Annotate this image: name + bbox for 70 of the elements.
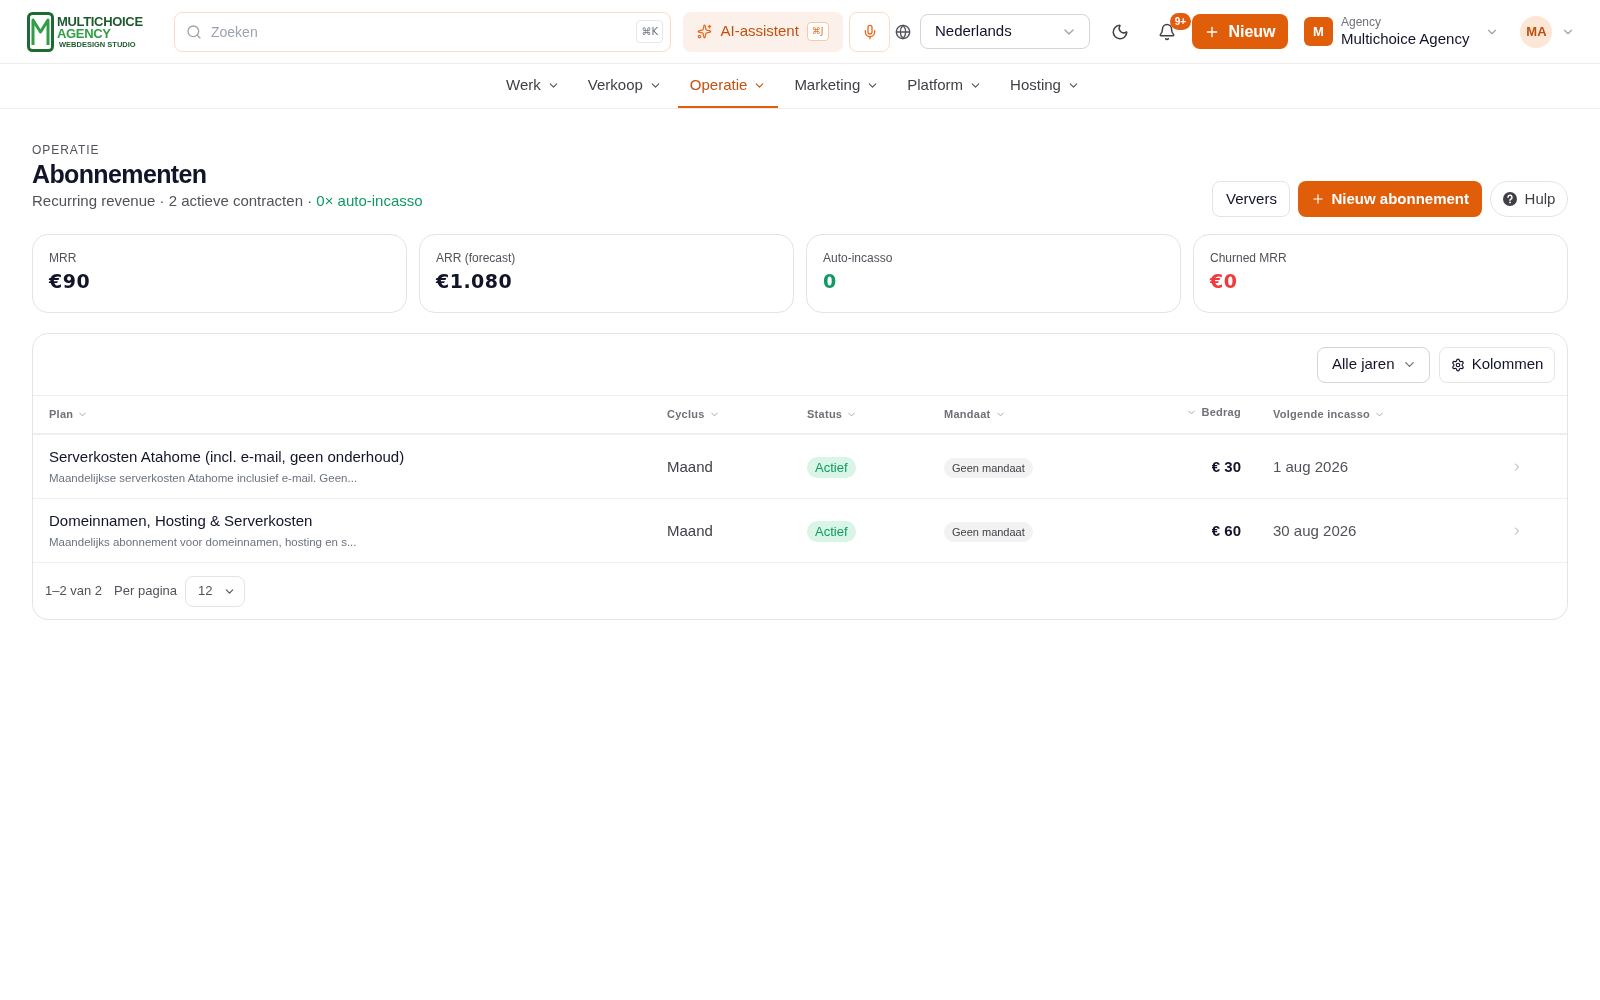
stat-value: 0	[823, 269, 837, 294]
column-header[interactable]: Cyclus	[667, 406, 705, 423]
date-cell: 30 aug 2026	[1273, 521, 1357, 539]
stat-value: €90	[49, 269, 91, 294]
column-header[interactable]: Bedrag	[1201, 404, 1241, 421]
status-badge: Actief	[807, 520, 856, 542]
notification-badge: 9+	[1170, 12, 1191, 30]
nav-tab[interactable]: Platform	[895, 64, 995, 108]
nav-tab[interactable]: Operatie	[677, 64, 779, 108]
stat-value: €1.080	[436, 269, 513, 294]
logo-text: AGENCY	[57, 27, 111, 40]
workspace-avatar: M	[1304, 17, 1333, 46]
logo-text: MULTICHOICE	[57, 14, 143, 28]
ai-assistant-button[interactable]: AI-assistent ⌘J	[683, 11, 843, 52]
nav-tab[interactable]: Verkoop	[575, 64, 674, 108]
stat-label: MRR	[49, 250, 77, 266]
column-header[interactable]: Status	[807, 406, 843, 423]
column-header[interactable]: Plan	[49, 406, 74, 423]
search-icon	[186, 23, 202, 40]
year-filter-select[interactable]: Alle jaren	[1317, 346, 1430, 383]
amount-cell: € 30	[1211, 457, 1241, 475]
plus-icon	[1311, 192, 1326, 206]
user-avatar: MA	[1520, 15, 1553, 48]
mandate-badge: Geen mandaat	[944, 457, 1033, 478]
sparkles-icon	[697, 24, 713, 39]
columns-button[interactable]: Kolommen	[1439, 346, 1555, 383]
plan-title: Serverkosten Atahome (incl. e-mail, geen onderhoud)	[49, 447, 405, 467]
shortcut-key: ⌘J	[806, 21, 829, 42]
new-button[interactable]: Nieuw	[1192, 14, 1288, 49]
workspace-switcher[interactable]: M Agency Multichoice Agency	[1304, 11, 1500, 52]
ai-assistant-label: AI-assistent	[720, 21, 799, 42]
per-page-select[interactable]: 12	[185, 575, 245, 607]
column-header[interactable]: Mandaat	[944, 406, 991, 423]
nav-tab[interactable]: Werk	[494, 64, 572, 108]
settings-icon	[1450, 357, 1465, 372]
moon-icon	[1111, 22, 1129, 41]
help-button[interactable]: Hulp	[1490, 181, 1568, 217]
cycle-cell: Maand	[667, 521, 713, 539]
nav-tab[interactable]: Hosting	[998, 64, 1092, 108]
page-eyebrow: OPERATIE	[32, 142, 100, 158]
stat-label: ARR (forecast)	[436, 250, 516, 266]
stat-label: Churned MRR	[1210, 250, 1287, 266]
help-icon	[1502, 192, 1517, 206]
page-subtitle: Recurring revenue · 2 actieve contracten · 0× auto-incasso	[32, 191, 423, 211]
shortcut-key: ⌘K	[636, 19, 663, 43]
column-header[interactable]: Volgende incasso	[1273, 406, 1371, 423]
bell-icon	[1158, 22, 1176, 41]
mandate-badge: Geen mandaat	[944, 521, 1033, 542]
workspace-caption: Agency	[1341, 14, 1382, 30]
pagination-range: 1–2 van 2	[45, 582, 103, 601]
status-badge: Actief	[807, 456, 856, 478]
plan-description: Maandelijkse serverkosten Atahome inclusief e-mail. Geen...	[49, 471, 358, 486]
logo-mark-icon	[27, 11, 54, 52]
microphone-button[interactable]	[849, 11, 890, 52]
per-page-label: Per pagina	[114, 582, 177, 601]
cycle-cell: Maand	[667, 457, 713, 475]
language-select[interactable]: Nederlands	[920, 14, 1090, 49]
stat-label: Auto-incasso	[823, 250, 893, 266]
page-title: Abonnementen	[32, 160, 207, 188]
globe-icon	[895, 23, 911, 40]
user-menu[interactable]: MA	[1520, 15, 1576, 48]
new-subscription-button[interactable]: Nieuw abonnement	[1298, 181, 1482, 217]
plan-title: Domeinnamen, Hosting & Serverkosten	[49, 511, 313, 531]
date-cell: 1 aug 2026	[1273, 457, 1349, 475]
amount-cell: € 60	[1211, 521, 1241, 539]
workspace-name: Multichoice Agency	[1341, 29, 1470, 49]
stat-value: €0	[1210, 269, 1238, 294]
nav-tab[interactable]: Marketing	[782, 64, 892, 108]
refresh-button[interactable]: Ververs	[1212, 181, 1291, 217]
plan-description: Maandelijks abonnement voor domeinnamen, hosting en s...	[49, 535, 357, 550]
